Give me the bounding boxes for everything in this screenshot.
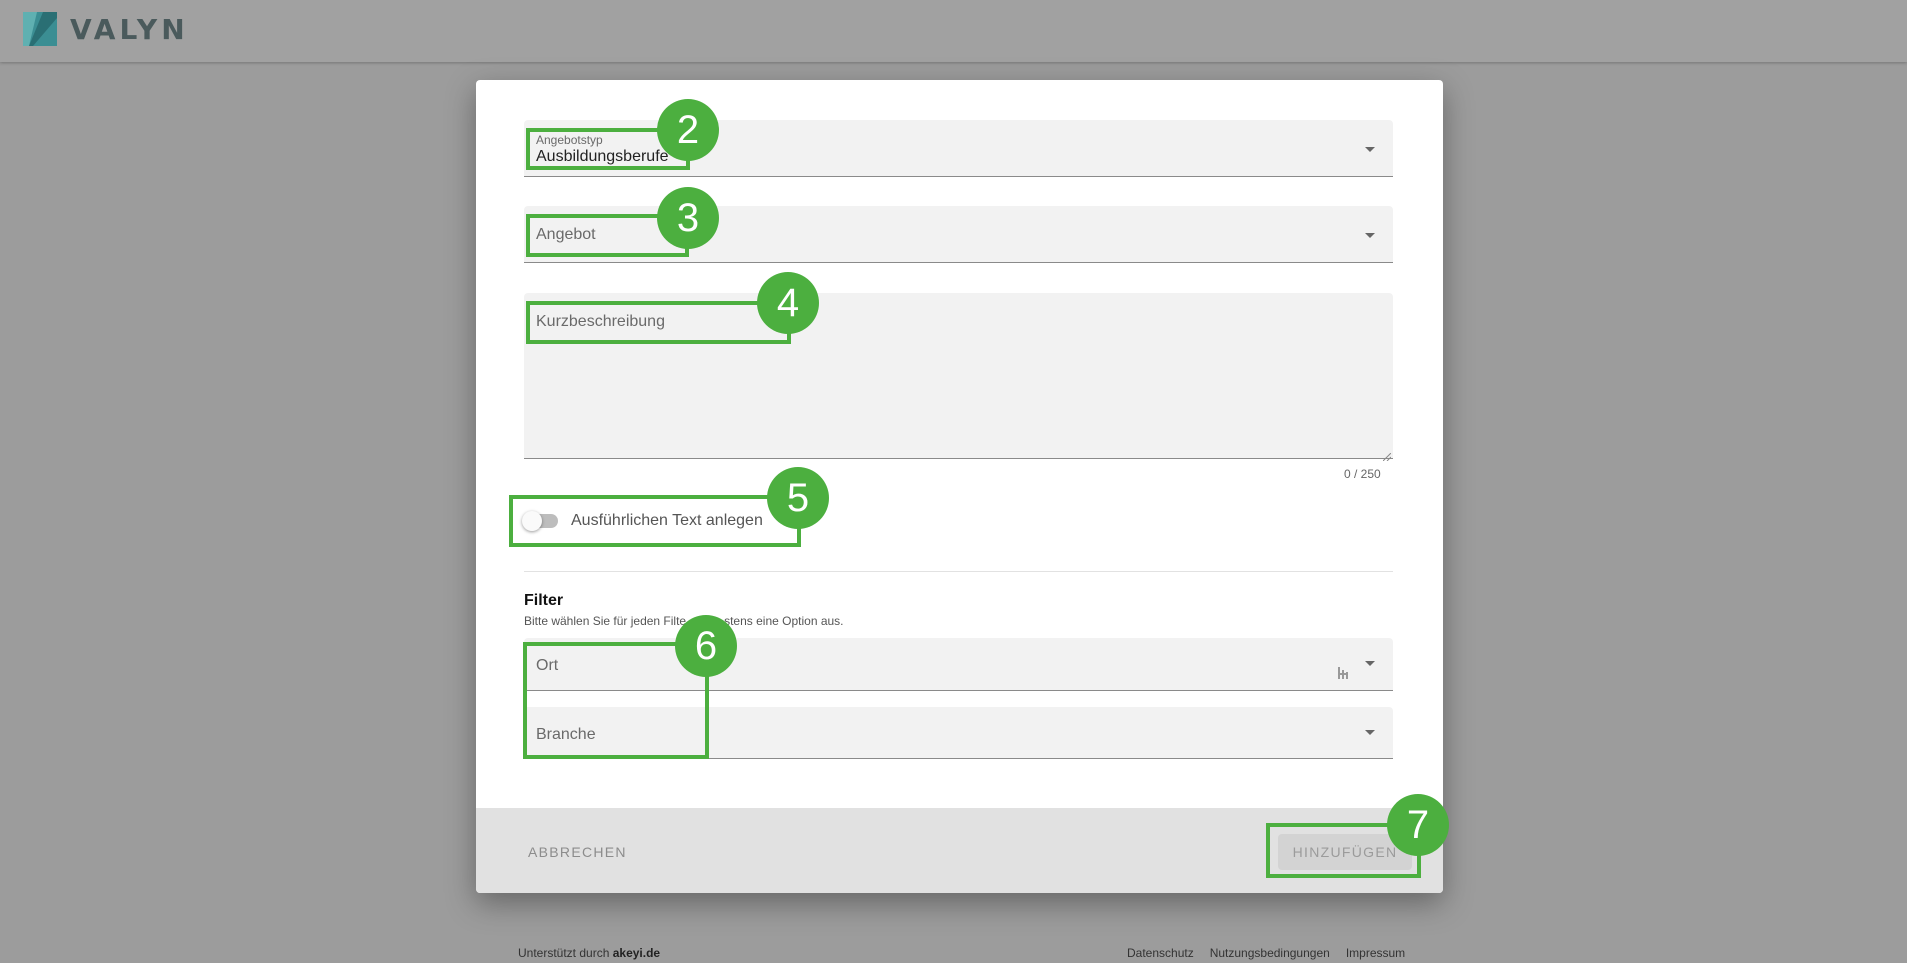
powered-by-link[interactable]: akeyi.de (613, 946, 660, 960)
brand-logo[interactable]: VALYN (23, 12, 189, 46)
chevron-down-icon (1365, 147, 1375, 152)
clear-icon[interactable] (1337, 666, 1349, 680)
cancel-button[interactable]: ABBRECHEN (516, 836, 639, 868)
highlight-box-4 (526, 301, 791, 344)
annotation-badge-2: 2 (657, 99, 719, 161)
annotation-badge-4: 4 (757, 272, 819, 334)
filter-hint-start: Bitte wählen Sie für jeden Filte (524, 614, 687, 628)
chevron-down-icon (1365, 730, 1375, 735)
annotation-badge-5: 5 (767, 467, 829, 529)
footer-links: Datenschutz Nutzungsbedingungen Impressu… (1127, 946, 1405, 960)
app-header: VALYN (0, 0, 1907, 62)
character-counter: 0 / 250 (1344, 467, 1381, 481)
powered-by: Unterstützt durch akeyi.de (518, 946, 660, 960)
chevron-down-icon (1365, 661, 1375, 666)
annotation-badge-6: 6 (675, 615, 737, 677)
imprint-link[interactable]: Impressum (1346, 946, 1405, 960)
filter-title: Filter (524, 592, 564, 609)
page-footer: Unterstützt durch akeyi.de Datenschutz N… (0, 943, 1907, 963)
valyn-logo-icon (23, 12, 57, 46)
add-offer-dialog: Angebotstyp Ausbildungsberufe Angebot Ku… (476, 80, 1443, 893)
chevron-down-icon (1365, 233, 1375, 238)
annotation-badge-7: 7 (1387, 794, 1449, 856)
annotation-badge-3: 3 (657, 187, 719, 249)
privacy-link[interactable]: Datenschutz (1127, 946, 1194, 960)
brand-name: VALYN (70, 12, 189, 46)
section-divider (524, 571, 1393, 572)
filter-hint-end: stens eine Option aus. (724, 614, 844, 628)
terms-link[interactable]: Nutzungsbedingungen (1210, 946, 1330, 960)
highlight-box-5 (509, 495, 801, 547)
powered-by-prefix: Unterstützt durch (518, 946, 610, 960)
resize-grip-icon[interactable] (1382, 448, 1392, 462)
